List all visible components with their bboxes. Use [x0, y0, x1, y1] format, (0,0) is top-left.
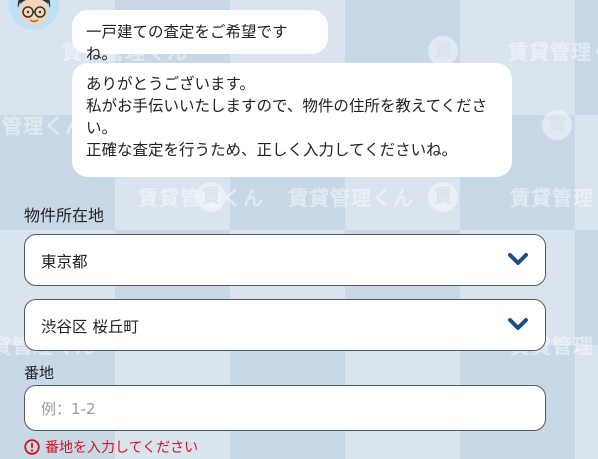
- city-value: 渋谷区 桜丘町: [41, 318, 139, 336]
- city-select[interactable]: 渋谷区 桜丘町: [24, 299, 546, 351]
- banchi-input[interactable]: [39, 386, 533, 431]
- banchi-label: 番地: [24, 364, 55, 382]
- watermark-badge: 賃: [428, 182, 458, 212]
- watermark-badge: 賃: [542, 110, 572, 140]
- assistant-avatar: [8, 0, 60, 30]
- chat-message-2-line: 私がお手伝いいたしますので、物件の住所を教えてくださ: [86, 97, 488, 115]
- chat-message-1: 一戸建ての査定をご希望ですね。: [86, 23, 288, 63]
- watermark-badge: 賃: [428, 36, 458, 66]
- location-label: 物件所在地: [24, 206, 105, 225]
- prefecture-select[interactable]: 東京都: [24, 234, 546, 286]
- chevron-down-icon: [508, 318, 528, 330]
- chat-bubble-2: ありがとうございます。 私がお手伝いいたしますので、物件の住所を教えてくださ い…: [72, 63, 512, 177]
- error-message: 番地を入力してください: [45, 440, 199, 456]
- chevron-down-icon: [508, 253, 528, 265]
- prefecture-value: 東京都: [41, 253, 88, 271]
- chat-bubble-1: 一戸建ての査定をご希望ですね。: [72, 10, 328, 63]
- chat-message-2-line: ありがとうございます。: [86, 75, 255, 93]
- watermark-badge: 賃: [196, 182, 226, 212]
- banchi-input-wrapper: [24, 385, 546, 431]
- banchi-error: 番地を入力してください: [24, 437, 198, 457]
- watermark-text: 賃貸管理くん: [138, 186, 264, 210]
- watermark-text: 賃貸管理くん: [508, 40, 598, 64]
- avatar-illustration: [8, 0, 60, 30]
- alert-circle-icon: [24, 439, 40, 455]
- watermark-text: 賃貸管理くん: [510, 186, 598, 210]
- chat-message-2-line: 正確な査定を行うため、正しく入力してくださいね。: [86, 141, 458, 159]
- chat-message-2-line: い。: [86, 119, 118, 137]
- watermark-text: 賃貸管理くん: [288, 186, 414, 210]
